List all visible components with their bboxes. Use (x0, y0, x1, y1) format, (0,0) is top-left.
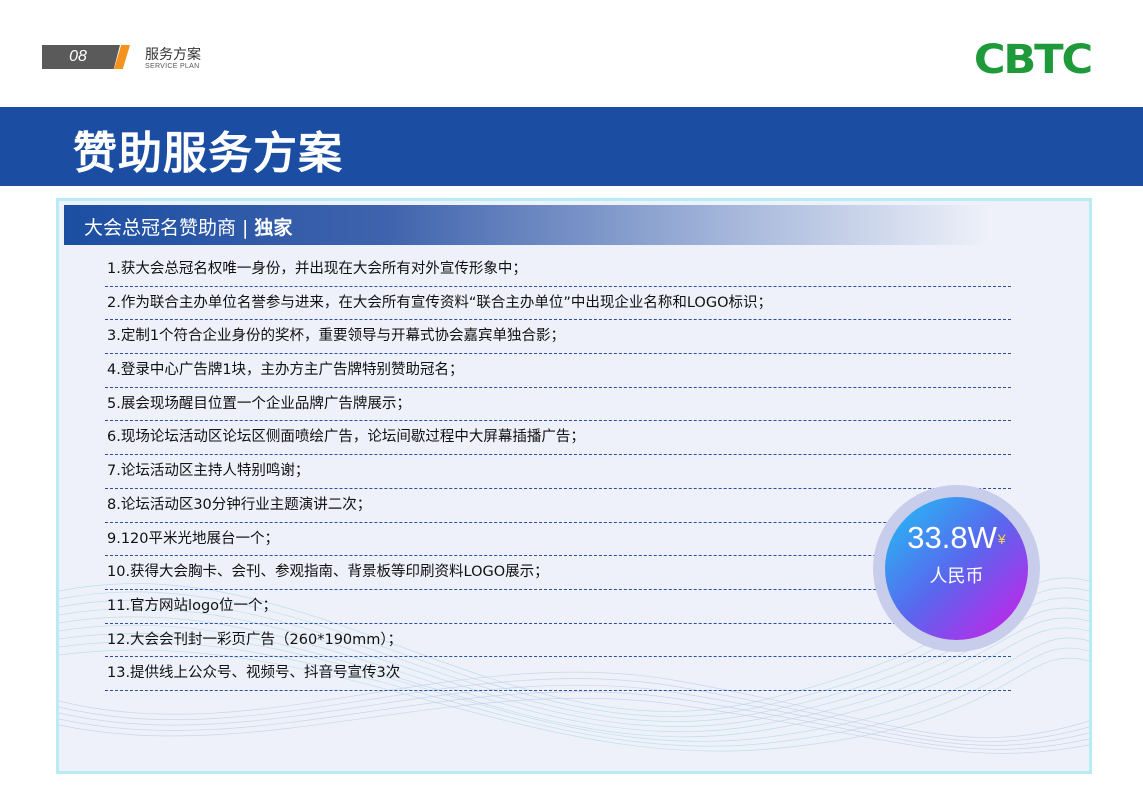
benefit-list: 1.获大会总冠名权唯一身份，并出现在大会所有对外宣传形象中； 2.作为联合主办单… (105, 253, 1011, 691)
title-band: 赞助服务方案 (0, 107, 1143, 186)
benefit-item: 4.登录中心广告牌1块，主办方主广告牌特别赞助冠名； (105, 354, 1011, 388)
benefit-item: 1.获大会总冠名权唯一身份，并出现在大会所有对外宣传形象中； (105, 253, 1011, 287)
section-title-en: SERVICE PLAN (145, 63, 200, 70)
benefit-item: 11.官方网站logo位一个； (105, 590, 1011, 624)
card-heading-title: 大会总冠名赞助商 (84, 217, 237, 239)
card-heading: 大会总冠名赞助商 | 独家 (84, 213, 292, 240)
card-heading-tag: 独家 (254, 217, 293, 239)
benefit-item: 2.作为联合主办单位名誉参与进来，在大会所有宣传资料“联合主办单位”中出现企业名… (105, 287, 1011, 321)
page-title: 赞助服务方案 (73, 128, 343, 179)
benefit-item: 3.定制1个符合企业身份的奖杯，重要领导与开幕式协会嘉宾单独合影； (105, 320, 1011, 355)
sponsor-card: 大会总冠名赞助商 | 独家 1.获大会总冠名权唯一身份，并出现在大会所有对外宣传形象… (56, 198, 1092, 774)
cbtc-logo: CBTC (973, 37, 1093, 83)
benefit-item: 6.现场论坛活动区论坛区侧面喷绘广告，论坛间歇过程中大屏幕插播广告； (105, 421, 1011, 456)
benefit-item: 13.提供线上公众号、视频号、抖音号宣传3次 (105, 657, 1011, 691)
benefit-item: 5.展会现场醒目位置一个企业品牌广告牌展示； (105, 388, 1011, 422)
benefit-item: 7.论坛活动区主持人特别鸣谢； (105, 455, 1011, 489)
yen-icon: ¥ (997, 531, 1006, 547)
benefit-item: 12.大会会刊封一彩页广告（260*190mm）； (105, 624, 1011, 658)
card-heading-separator: | (242, 217, 249, 239)
page-number-tag: 08 (42, 45, 130, 69)
page-number: 08 (69, 48, 87, 65)
price-unit: 人民币 (929, 566, 984, 587)
section-title-cn: 服务方案 (145, 47, 201, 63)
price-value: 33.8W (907, 520, 997, 555)
price-amount: 33.8W¥ (885, 520, 1028, 556)
card-heading-bar: 大会总冠名赞助商 | 独家 (64, 205, 989, 245)
benefit-item: 8.论坛活动区30分钟行业主题演讲二次； (105, 489, 1011, 523)
